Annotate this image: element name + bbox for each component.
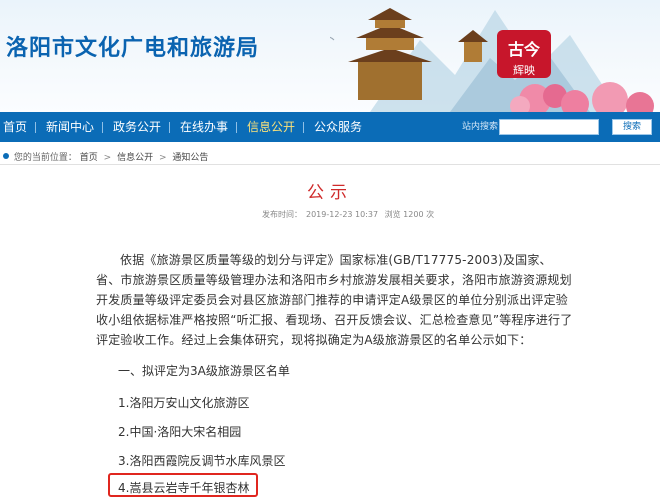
highlight-box [108,473,258,497]
badge-main-text: 古今 [507,40,540,59]
list-item: 1.洛阳万安山文化旅游区 [118,396,250,410]
breadcrumb-separator: > [103,153,112,163]
publish-label: 发布时间： [262,210,302,219]
article-meta: 发布时间： 2019-12-23 10:37 浏览 1200 次 [262,209,438,220]
search-label: 站内搜索 [462,122,499,132]
nav-item-online-services[interactable]: 在线办事 [180,112,228,142]
breadcrumb-separator: > [158,153,167,163]
breadcrumb-item-info-disclosure[interactable]: 信息公开 [117,153,153,163]
article-title: 公示 [307,183,353,203]
search-button[interactable]: 搜索 [612,119,652,135]
section-heading: 一、拟评定为3A级旅游景区名单 [118,364,290,378]
site-title: 洛阳市文化广电和旅游局 [6,36,260,61]
breadcrumb-item-notices[interactable]: 通知公告 [172,153,208,163]
badge-sub-text: 辉映 [513,64,535,77]
content-divider [0,164,660,165]
nav-divider [303,122,304,133]
nav-divider [35,122,36,133]
article-body: 依据《旅游景区质量等级的划分与评定》国家标准(GB/T17775-2003)及国… [96,253,573,347]
nav-divider [169,122,170,133]
breadcrumb-prefix: 您的当前位置： [13,153,77,163]
list-item: 3.洛阳西霞院反调节水库风景区 [118,454,286,468]
search-input[interactable] [499,119,599,135]
nav-divider [102,122,103,133]
list-item: 2.中国·洛阳大宋名相园 [118,425,242,439]
nav-item-home[interactable]: 首页 [3,112,27,142]
view-count: 浏览 1200 次 [384,210,435,219]
nav-divider [236,122,237,133]
location-icon [3,153,9,159]
breadcrumb: 您的当前位置： 首页 > 信息公开 > 通知公告 [3,150,208,163]
nav-item-public-services[interactable]: 公众服务 [314,112,362,142]
nav-item-info-disclosure[interactable]: 信息公开 [247,112,295,142]
main-nav: 首页 新闻中心 政务公开 在线办事 信息公开 公众服务 站内搜索 搜索 [0,112,660,142]
nav-item-news[interactable]: 新闻中心 [46,112,94,142]
breadcrumb-item-home[interactable]: 首页 [80,153,98,163]
nav-item-government-affairs[interactable]: 政务公开 [113,112,161,142]
brand-badge: 古今 辉映 [497,30,551,78]
site-banner: 洛阳市文化广电和旅游局 古今 辉映 [0,0,660,112]
banner-illustration [330,8,654,112]
publish-time: 2019-12-23 10:37 [306,210,379,219]
